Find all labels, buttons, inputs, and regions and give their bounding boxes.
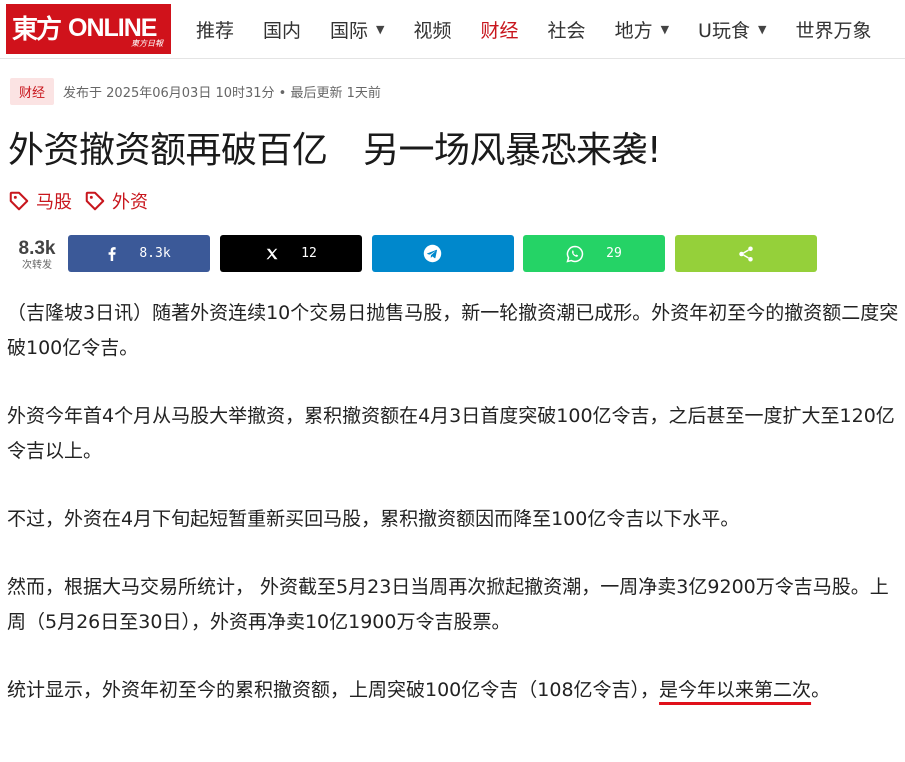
share-icon	[739, 246, 753, 261]
article-paragraph: 外资今年首4个月从马股大举撤资，累积撤资额在4月3日首度突破100亿令吉，之后甚…	[7, 405, 895, 462]
publish-info: 发布于 2025年06月03日 10时31分 • 最后更新 1天前	[63, 86, 381, 101]
nav-label: 国际	[330, 19, 369, 42]
x-share-count: 12	[301, 246, 317, 261]
nav-label: U玩食	[698, 19, 750, 42]
article-meta: 财经 发布于 2025年06月03日 10时31分 • 最后更新 1天前	[10, 78, 381, 105]
whatsapp-share-count: 29	[606, 246, 622, 261]
nav-item-food[interactable]: U玩食 ▼	[698, 16, 766, 43]
nav-item-video[interactable]: 视频	[414, 16, 452, 43]
category-badge[interactable]: 财经	[10, 78, 55, 105]
nav-label: 财经	[480, 19, 519, 42]
nav-label: 社会	[547, 19, 586, 42]
caret-down-icon: ▼	[660, 22, 670, 36]
highlighted-text: 是今年以来第二次	[659, 679, 812, 701]
article-paragraph: 不过，外资在4月下旬起短暂重新买回马股，累积撤资额因而降至100亿令吉以下水平。	[7, 508, 740, 530]
tag-label: 外资	[112, 192, 148, 213]
share-total: 8.3k 次转发	[14, 238, 60, 272]
whatsapp-icon	[566, 245, 584, 263]
nav-label: 世界万象	[795, 19, 872, 42]
nav-item-local[interactable]: 地方 ▼	[615, 16, 669, 43]
x-share-button[interactable]: 12	[220, 235, 362, 272]
tag-icon	[9, 191, 29, 211]
logo-brand-cn: 東方	[12, 15, 62, 45]
caret-down-icon: ▼	[376, 22, 385, 36]
more-share-button[interactable]	[675, 235, 817, 272]
nav-label: 视频	[413, 19, 452, 42]
site-logo[interactable]: 東方 ONLINE 東方日報	[6, 4, 171, 54]
site-header: 東方 ONLINE 東方日報 推荐 国内 国际 ▼ 视频 财经 社会 地方 ▼ U玩…	[0, 0, 905, 59]
nav-item-recommend[interactable]: 推荐	[196, 16, 234, 43]
telegram-icon	[423, 244, 441, 263]
facebook-share-count: 8.3k	[139, 246, 171, 261]
share-total-number: 8.3k	[18, 238, 56, 259]
x-icon	[266, 248, 278, 259]
article-title: 外资撤资额再破百亿 另一场风暴恐来袭!	[8, 130, 661, 171]
article-tags: 马股 外资	[8, 188, 160, 214]
share-total-label: 次转发	[22, 260, 52, 271]
main-nav: 推荐 国内 国际 ▼ 视频 财经 社会 地方 ▼ U玩食 ▼ 世界万象	[196, 0, 871, 58]
telegram-share-button[interactable]	[372, 235, 514, 272]
article-paragraph-last: 统计显示，外资年初至今的累积撤资额，上周突破100亿令吉（108亿令吉），是今年…	[7, 673, 903, 708]
nav-label: 地方	[614, 19, 653, 42]
whatsapp-share-button[interactable]: 29	[523, 235, 665, 272]
nav-label: 国内	[263, 19, 302, 42]
tag-foreign-capital[interactable]: 外资	[84, 188, 148, 214]
facebook-icon	[108, 246, 116, 261]
tag-label: 马股	[36, 192, 72, 213]
tag-icon	[85, 191, 105, 211]
article-paragraph: 然而，根据大马交易所统计， 外资截至5月23日当周再次掀起撤资潮，一周净卖3亿9…	[7, 576, 889, 633]
facebook-share-button[interactable]: 8.3k	[68, 235, 210, 272]
last-paragraph-text: 统计显示，外资年初至今的累积撤资额，上周突破100亿令吉（108亿令吉），	[7, 679, 660, 701]
nav-item-society[interactable]: 社会	[548, 16, 586, 43]
nav-item-domestic[interactable]: 国内	[263, 16, 301, 43]
last-paragraph-end: 。	[811, 679, 831, 701]
nav-item-finance[interactable]: 财经	[481, 16, 519, 43]
article-body: （吉隆坡3日讯）随著外资连续10个交易日抛售马股，新一轮撤资潮已成形。外资年初至…	[7, 296, 903, 741]
tag-malaysian-stocks[interactable]: 马股	[8, 188, 72, 214]
nav-item-world[interactable]: 世界万象	[795, 16, 871, 43]
article-paragraph: （吉隆坡3日讯）随著外资连续10个交易日抛售马股，新一轮撤资潮已成形。外资年初至…	[7, 302, 899, 359]
nav-label: 推荐	[196, 19, 235, 42]
caret-down-icon: ▼	[757, 22, 767, 36]
logo-brand-sub: 東方日報	[131, 39, 163, 48]
nav-item-international[interactable]: 国际 ▼	[330, 16, 384, 43]
